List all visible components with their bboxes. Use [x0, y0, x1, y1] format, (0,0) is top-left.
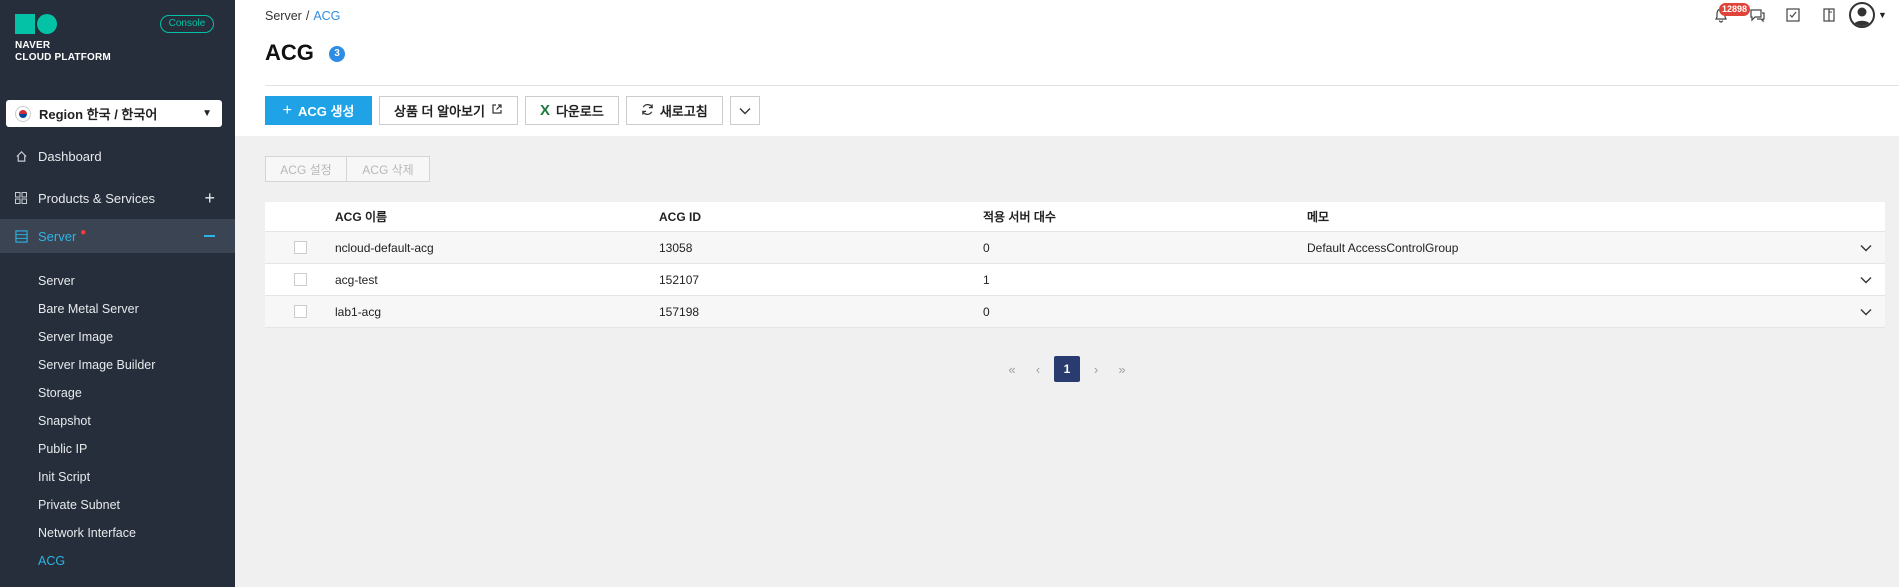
caret-down-icon: ▼	[202, 108, 212, 119]
breadcrumb: Server / ACG	[265, 9, 340, 23]
page-header: Server / ACG ACG 3 12898 ▼ + ACG 생성 상품 더…	[235, 0, 1899, 136]
refresh-label: 새로고침	[659, 104, 708, 119]
acg-settings-button[interactable]: ACG 설정	[265, 156, 347, 182]
row-checkbox[interactable]	[293, 305, 307, 318]
bell-icon[interactable]: 12898	[1703, 2, 1751, 28]
download-button[interactable]: X 다운로드	[524, 96, 619, 125]
page-title: ACG	[265, 40, 314, 65]
expand-chevron-icon[interactable]	[1847, 244, 1885, 252]
region-select[interactable]: Region 한국 / 한국어 ▼	[6, 100, 222, 127]
count-badge: 3	[329, 46, 345, 62]
logo-text-line1: NAVER	[15, 40, 51, 51]
table-row[interactable]: acg-test 152107 1	[265, 264, 1885, 296]
breadcrumb-current[interactable]: ACG	[313, 9, 340, 23]
cell-memo: Default AccessControlGroup	[1307, 240, 1459, 255]
row-checkbox[interactable]	[293, 273, 307, 286]
main-content: Server / ACG ACG 3 12898 ▼ + ACG 생성 상품 더…	[235, 0, 1899, 587]
sub-item-init-script[interactable]: Init Script	[38, 470, 90, 484]
sub-item-network-interface[interactable]: Network Interface	[38, 526, 136, 540]
top-icon-bar: 12898 ▼	[1703, 2, 1889, 28]
acg-table: ACG 이름 ACG ID 적용 서버 대수 메모 ncloud-default…	[265, 202, 1885, 328]
console-badge[interactable]: Console	[160, 15, 214, 33]
acg-delete-button[interactable]: ACG 삭제	[347, 156, 430, 182]
sub-item-server-image[interactable]: Server Image	[38, 330, 113, 344]
home-icon	[14, 149, 28, 163]
cell-server-count: 1	[983, 272, 990, 287]
row-checkbox[interactable]	[293, 241, 307, 254]
external-link-icon	[491, 103, 503, 118]
sub-item-server-image-builder[interactable]: Server Image Builder	[38, 358, 155, 372]
nav-server-label: Server	[38, 228, 77, 244]
plus-icon: +	[282, 101, 292, 119]
learn-more-button[interactable]: 상품 더 알아보기	[379, 96, 518, 125]
pagination: « ‹ 1 › »	[235, 356, 1899, 382]
column-header-server-count[interactable]: 적용 서버 대수	[983, 208, 1307, 225]
download-label: 다운로드	[555, 104, 604, 119]
refresh-icon	[641, 103, 654, 119]
breadcrumb-separator: /	[305, 9, 310, 23]
more-options-button[interactable]	[729, 96, 760, 125]
sub-item-bare-metal-server[interactable]: Bare Metal Server	[38, 302, 139, 316]
page-number-current[interactable]: 1	[1054, 356, 1080, 382]
nav-products-label: Products & Services	[38, 190, 156, 206]
breadcrumb-root[interactable]: Server	[265, 9, 302, 23]
sub-item-public-ip[interactable]: Public IP	[38, 442, 87, 456]
nav-dashboard[interactable]: Dashboard	[0, 137, 235, 175]
create-acg-button[interactable]: + ACG 생성	[265, 96, 372, 125]
sub-item-acg[interactable]: ACG	[38, 554, 65, 568]
plus-icon[interactable]: +	[204, 188, 215, 209]
expand-chevron-icon[interactable]	[1847, 276, 1885, 284]
region-label: Region 한국 / 한국어	[39, 107, 158, 122]
refresh-button[interactable]: 새로고침	[625, 96, 723, 125]
cell-id: 157198	[659, 304, 700, 319]
cell-server-count: 0	[983, 240, 990, 255]
expand-chevron-icon[interactable]	[1847, 308, 1885, 316]
sub-item-server[interactable]: Server	[38, 274, 75, 288]
memo-icon[interactable]	[1775, 2, 1811, 28]
sidebar: NAVER CLOUD PLATFORM Console Region 한국 /…	[0, 0, 235, 587]
column-header-id[interactable]: ACG ID	[659, 210, 983, 224]
column-header-memo[interactable]: 메모	[1307, 208, 1847, 225]
first-page-icon[interactable]: «	[1002, 359, 1022, 379]
nav-server[interactable]: Server ●	[0, 219, 235, 253]
sub-item-snapshot[interactable]: Snapshot	[38, 414, 91, 428]
next-page-icon[interactable]: ›	[1086, 359, 1106, 379]
cell-id: 13058	[659, 240, 693, 255]
avatar-icon	[1849, 2, 1876, 28]
chevron-down-icon	[739, 103, 751, 118]
cell-name: acg-test	[335, 272, 378, 287]
book-icon[interactable]	[1811, 2, 1847, 28]
action-bar: ACG 설정 ACG 삭제	[265, 156, 430, 182]
create-acg-label: ACG 생성	[297, 104, 355, 119]
header-divider	[265, 85, 1899, 86]
column-header-name[interactable]: ACG 이름	[335, 208, 659, 225]
sub-item-private-subnet[interactable]: Private Subnet	[38, 498, 120, 512]
table-row[interactable]: ncloud-default-acg 13058 0 Default Acces…	[265, 232, 1885, 264]
server-icon	[14, 229, 28, 243]
excel-icon: X	[539, 102, 550, 119]
toolbar: + ACG 생성 상품 더 알아보기 X 다운로드 새로고침	[265, 96, 760, 125]
cell-name: lab1-acg	[335, 304, 382, 319]
table-header: ACG 이름 ACG ID 적용 서버 대수 메모	[265, 202, 1885, 232]
minus-icon[interactable]	[204, 235, 215, 237]
cell-id: 152107	[659, 272, 700, 287]
logo-mark-icon	[15, 14, 125, 34]
korea-flag-icon	[15, 105, 31, 122]
table-row[interactable]: lab1-acg 157198 0	[265, 296, 1885, 328]
sub-item-storage[interactable]: Storage	[38, 386, 82, 400]
grid-icon	[14, 191, 28, 205]
nav-products-services[interactable]: Products & Services +	[0, 179, 235, 217]
naver-cloud-logo[interactable]: NAVER CLOUD PLATFORM	[15, 14, 125, 66]
nav-dashboard-label: Dashboard	[38, 148, 102, 164]
cell-server-count: 0	[983, 304, 990, 319]
chat-icon[interactable]	[1739, 2, 1775, 28]
learn-more-label: 상품 더 알아보기	[394, 104, 485, 119]
user-menu[interactable]: ▼	[1847, 2, 1889, 28]
cell-name: ncloud-default-acg	[335, 240, 434, 255]
user-caret-icon: ▼	[1878, 10, 1887, 20]
last-page-icon[interactable]: »	[1112, 359, 1132, 379]
logo-text-line2: CLOUD PLATFORM	[15, 52, 111, 63]
prev-page-icon[interactable]: ‹	[1028, 359, 1048, 379]
new-indicator-dot: ●	[80, 226, 87, 238]
